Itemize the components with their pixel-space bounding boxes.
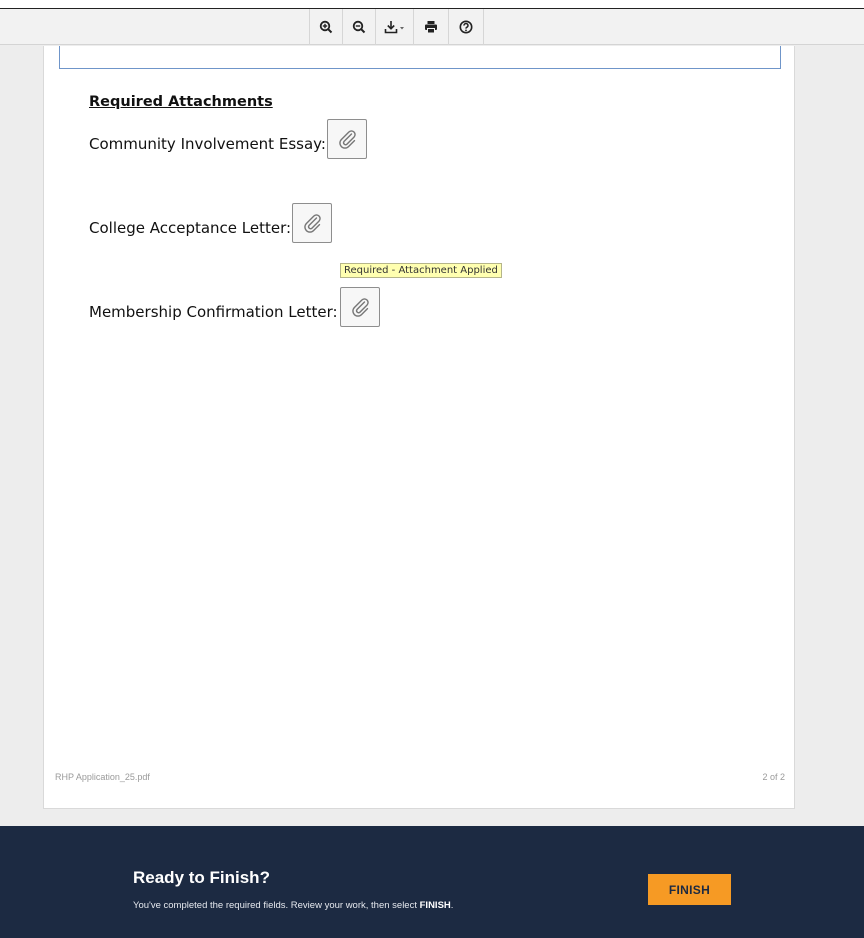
attachment-label-essay: Community Involvement Essay:: [89, 135, 326, 153]
attach-acceptance-button[interactable]: [292, 203, 332, 243]
finish-description: You've completed the required fields. Re…: [133, 900, 453, 911]
paperclip-icon: [339, 130, 356, 149]
help-button[interactable]: [449, 9, 484, 45]
page-indicator: 2 of 2: [762, 772, 785, 782]
finish-description-end: .: [450, 900, 454, 911]
paperclip-icon: [352, 298, 369, 317]
attach-membership-button[interactable]: [340, 287, 380, 327]
toolbar-button-group: [309, 9, 484, 45]
print-icon: [425, 21, 437, 34]
section-title: Required Attachments: [89, 94, 273, 110]
attach-essay-button[interactable]: [327, 119, 367, 159]
document-toolbar: [0, 9, 864, 45]
document-filename: RHP Application_25.pdf: [55, 772, 150, 782]
print-button[interactable]: [414, 9, 449, 45]
download-button[interactable]: [376, 9, 414, 45]
previous-text-field[interactable]: [59, 46, 781, 69]
download-icon: [384, 21, 404, 34]
finish-description-text: You've completed the required fields. Re…: [133, 900, 420, 911]
finish-title: Ready to Finish?: [133, 868, 270, 887]
zoom-in-icon: [319, 20, 333, 34]
page-footer: RHP Application_25.pdf 2 of 2: [43, 772, 795, 784]
help-icon: [459, 20, 473, 34]
document-page: Required Attachments Community Involveme…: [43, 46, 795, 809]
attachment-label-membership: Membership Confirmation Letter:: [89, 303, 338, 321]
zoom-out-button[interactable]: [343, 9, 376, 45]
finish-button[interactable]: FINISH: [648, 874, 731, 905]
attachment-label-acceptance: College Acceptance Letter:: [89, 219, 292, 237]
window-top-edge: [0, 0, 864, 9]
paperclip-icon: [304, 214, 321, 233]
zoom-in-button[interactable]: [309, 9, 343, 45]
document-viewport[interactable]: Required Attachments Community Involveme…: [0, 46, 864, 826]
finish-bar: Ready to Finish? You've completed the re…: [0, 826, 864, 938]
zoom-out-icon: [352, 20, 366, 34]
attachment-tooltip: Required - Attachment Applied: [340, 263, 502, 278]
finish-description-emphasis: FINISH: [419, 900, 451, 911]
